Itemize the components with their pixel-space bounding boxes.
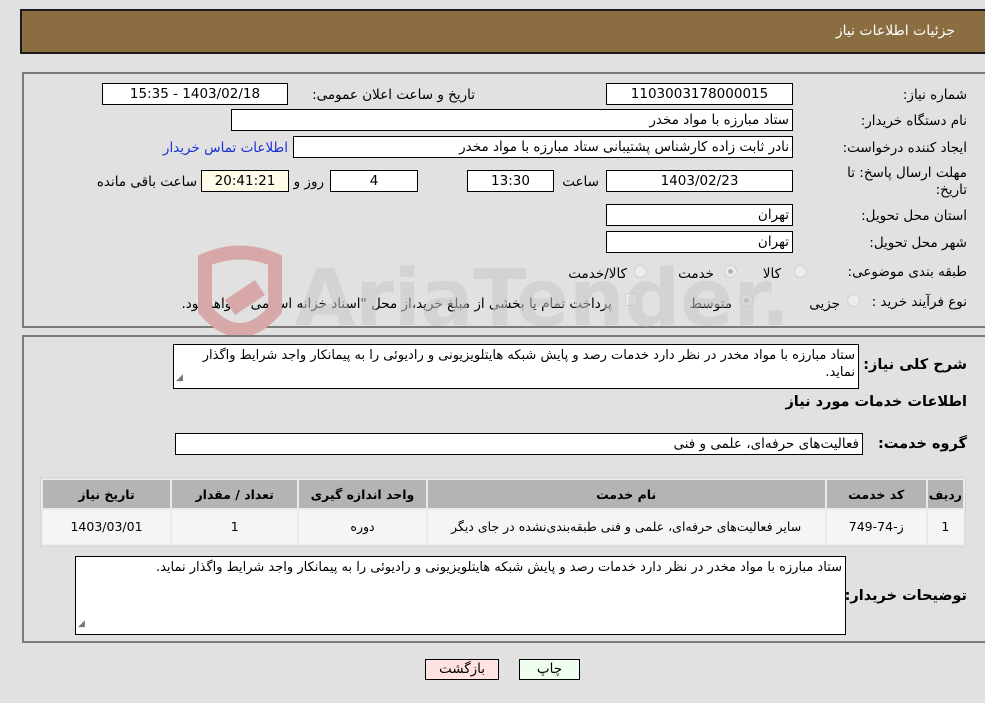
print-button[interactable]: چاپ: [519, 659, 580, 680]
description-label: شرح کلی نیاز:: [863, 357, 967, 373]
treasury-checkbox[interactable]: [625, 293, 638, 306]
process-medium-label: متوسط: [689, 296, 732, 312]
announce-label: تاریخ و ساعت اعلان عمومی:: [312, 87, 475, 103]
col-header-row-number: ردیف: [927, 480, 963, 508]
cell-service-code: ز-74-749: [826, 510, 926, 544]
buyer-contact-link[interactable]: اطلاعات تماس خریدار: [163, 140, 288, 156]
service-group-field[interactable]: فعالیت‌های حرفه‌ای، علمی و فنی: [175, 433, 863, 455]
category-goods-service-radio[interactable]: [634, 265, 647, 278]
buyer-org-label: نام دستگاه خریدار:: [860, 113, 967, 129]
service-group-label: گروه خدمت:: [877, 436, 967, 452]
deadline-time-label: ساعت: [562, 174, 599, 190]
process-minor-label: جزیی: [809, 296, 840, 312]
cell-row-number: 1: [927, 510, 963, 544]
resize-grip-icon[interactable]: ◢: [176, 370, 183, 387]
creator-field[interactable]: نادر ثابت زاده کارشناس پشتیبانی ستاد مبا…: [293, 136, 793, 158]
treasury-note: پرداخت تمام یا بخشی از مبلغ خرید،از محل …: [181, 296, 612, 312]
table-header-row: ردیف کد خدمت نام خدمت واحد اندازه گیری ت…: [43, 480, 963, 508]
cell-quantity: 1: [172, 510, 298, 544]
need-number-field[interactable]: 1103003178000015: [606, 83, 793, 105]
category-goods-label: کالا: [762, 266, 781, 282]
col-header-service-code: کد خدمت: [826, 480, 926, 508]
time-remaining-label: ساعت باقی مانده: [96, 174, 197, 190]
province-label: استان محل تحویل:: [861, 208, 967, 224]
services-table: ردیف کد خدمت نام خدمت واحد اندازه گیری ت…: [40, 477, 966, 547]
need-number-label: شماره نیاز:: [902, 87, 967, 103]
city-label: شهر محل تحویل:: [869, 235, 967, 251]
days-label: روز و: [293, 174, 324, 190]
col-header-need-date: تاریخ نیاز: [43, 480, 171, 508]
cell-need-date: 1403/03/01: [43, 510, 171, 544]
province-field[interactable]: تهران: [606, 204, 793, 226]
buyer-notes-textarea[interactable]: ستاد مبارزه با مواد مخدر در نظر دارد خدم…: [75, 556, 846, 635]
services-section-title: اطلاعات خدمات مورد نیاز: [785, 394, 967, 410]
resize-grip-icon[interactable]: ◢: [78, 616, 85, 633]
col-header-quantity: تعداد / مقدار: [172, 480, 298, 508]
category-goods-service-label: کالا/خدمت: [568, 266, 627, 282]
table-row: 1 ز-74-749 سایر فعالیت‌های حرفه‌ای، علمی…: [43, 510, 963, 544]
buyer-org-field[interactable]: ستاد مبارزه با مواد مخدر: [231, 109, 793, 131]
city-field[interactable]: تهران: [606, 231, 793, 253]
cell-unit: دوره: [299, 510, 426, 544]
col-header-service-name: نام خدمت: [427, 480, 825, 508]
process-minor-radio[interactable]: [847, 294, 860, 307]
deadline-label: مهلت ارسال پاسخ: تا تاریخ:: [847, 165, 967, 198]
time-remaining-field[interactable]: 20:41:21: [201, 170, 289, 192]
page-header: جزئیات اطلاعات نیاز: [20, 9, 985, 54]
description-text: ستاد مبارزه با مواد مخدر در نظر دارد خدم…: [202, 348, 855, 380]
back-button[interactable]: بازگشت: [425, 659, 499, 680]
description-textarea[interactable]: ستاد مبارزه با مواد مخدر در نظر دارد خدم…: [173, 344, 859, 389]
creator-label: ایجاد کننده درخواست:: [842, 140, 967, 156]
category-goods-radio[interactable]: [794, 265, 807, 278]
cell-service-name: سایر فعالیت‌های حرفه‌ای، علمی و فنی طبقه…: [427, 510, 825, 544]
page-title: جزئیات اطلاعات نیاز: [835, 23, 955, 39]
announce-datetime-field[interactable]: 1403/02/18 - 15:35: [102, 83, 288, 105]
category-label: طبقه بندی موضوعی:: [847, 264, 967, 280]
category-service-radio[interactable]: [724, 265, 737, 278]
deadline-time-field[interactable]: 13:30: [467, 170, 554, 192]
buyer-notes-text: ستاد مبارزه با مواد مخدر در نظر دارد خدم…: [155, 560, 842, 575]
buyer-notes-label: توضیحات خریدار:: [844, 588, 967, 604]
process-medium-radio[interactable]: [740, 294, 753, 307]
process-label: نوع فرآیند خرید :: [871, 294, 967, 310]
deadline-date-field[interactable]: 1403/02/23: [606, 170, 793, 192]
category-service-label: خدمت: [678, 266, 714, 282]
days-remaining-field[interactable]: 4: [330, 170, 418, 192]
col-header-unit: واحد اندازه گیری: [299, 480, 426, 508]
